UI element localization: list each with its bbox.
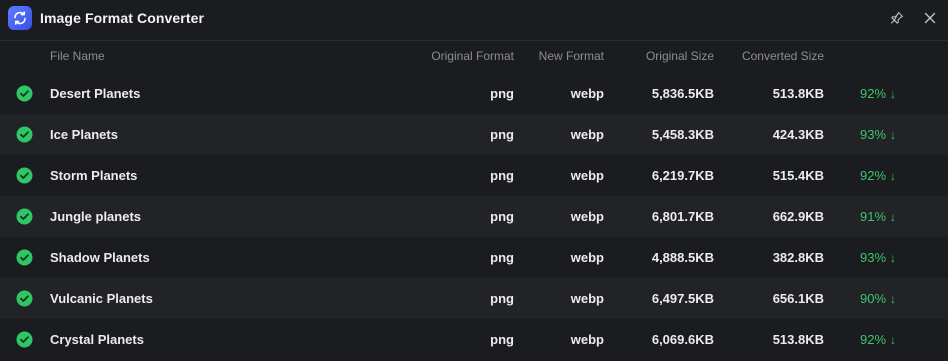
new-format: webp <box>570 332 604 347</box>
file-name: Storm Planets <box>50 168 138 183</box>
header-new-format: New Format <box>538 49 604 63</box>
new-format: webp <box>570 168 604 183</box>
check-circle-icon <box>16 167 33 184</box>
new-format: webp <box>570 209 604 224</box>
converted-size: 662.9KB <box>772 209 824 224</box>
reduction-badge: 93% ↓ <box>860 127 896 142</box>
refresh-convert-icon <box>8 6 32 30</box>
arrow-down-icon: ↓ <box>890 168 897 183</box>
file-name: Vulcanic Planets <box>50 291 153 306</box>
converted-size: 656.1KB <box>772 291 824 306</box>
reduction-badge: 93% ↓ <box>860 250 896 265</box>
original-format: png <box>490 86 514 101</box>
check-circle-icon <box>16 126 33 143</box>
check-circle-icon <box>16 249 33 266</box>
close-button[interactable] <box>920 8 940 28</box>
reduction-percent: 93% <box>860 127 887 142</box>
original-size: 6,069.6KB <box>651 332 714 347</box>
arrow-down-icon: ↓ <box>890 86 897 101</box>
arrow-down-icon: ↓ <box>890 332 897 347</box>
check-circle-icon <box>16 208 33 225</box>
check-circle-icon <box>16 85 33 102</box>
arrow-down-icon: ↓ <box>890 127 897 142</box>
arrow-down-icon: ↓ <box>890 291 897 306</box>
original-size: 5,836.5KB <box>651 86 714 101</box>
original-size: 6,219.7KB <box>651 168 714 183</box>
original-size: 5,458.3KB <box>651 127 714 142</box>
converted-size: 513.8KB <box>772 332 824 347</box>
table-body: Desert Planets png webp 5,836.5KB 513.8K… <box>0 73 948 360</box>
reduction-badge: 92% ↓ <box>860 332 896 347</box>
table-row[interactable]: Shadow Planets png webp 4,888.5KB 382.8K… <box>0 237 948 278</box>
pin-icon <box>890 11 904 24</box>
check-circle-icon <box>16 290 33 307</box>
original-size: 6,497.5KB <box>651 291 714 306</box>
reduction-percent: 92% <box>860 86 887 101</box>
arrow-down-icon: ↓ <box>890 250 897 265</box>
original-format: png <box>490 250 514 265</box>
converted-size: 515.4KB <box>772 168 824 183</box>
original-format: png <box>490 332 514 347</box>
reduction-badge: 92% ↓ <box>860 168 896 183</box>
header-file-name: File Name <box>50 49 105 63</box>
table-row[interactable]: Vulcanic Planets png webp 6,497.5KB 656.… <box>0 278 948 319</box>
file-name: Ice Planets <box>50 127 118 142</box>
header-converted-size: Converted Size <box>741 49 824 63</box>
app-title: Image Format Converter <box>40 10 205 26</box>
reduction-badge: 90% ↓ <box>860 291 896 306</box>
file-name: Desert Planets <box>50 86 141 101</box>
file-name: Crystal Planets <box>50 332 144 347</box>
new-format: webp <box>570 127 604 142</box>
new-format: webp <box>570 86 604 101</box>
new-format: webp <box>570 291 604 306</box>
table-row[interactable]: Crystal Planets png webp 6,069.6KB 513.8… <box>0 319 948 360</box>
original-format: png <box>490 168 514 183</box>
close-icon <box>924 12 936 24</box>
original-format: png <box>490 209 514 224</box>
original-format: png <box>490 291 514 306</box>
converted-size: 424.3KB <box>772 127 824 142</box>
reduction-badge: 92% ↓ <box>860 86 896 101</box>
table-row[interactable]: Storm Planets png webp 6,219.7KB 515.4KB… <box>0 155 948 196</box>
table-row[interactable]: Ice Planets png webp 5,458.3KB 424.3KB 9… <box>0 114 948 155</box>
table-header: File Name Original Format New Format Ori… <box>0 41 948 71</box>
reduction-percent: 90% <box>860 291 887 306</box>
header-original-format: Original Format <box>431 49 514 63</box>
converted-size: 513.8KB <box>772 86 824 101</box>
reduction-percent: 92% <box>860 332 887 347</box>
original-size: 6,801.7KB <box>651 209 714 224</box>
file-name: Shadow Planets <box>50 250 150 265</box>
table-row[interactable]: Jungle planets png webp 6,801.7KB 662.9K… <box>0 196 948 237</box>
title-bar: Image Format Converter <box>0 0 948 37</box>
file-name: Jungle planets <box>50 209 142 224</box>
reduction-badge: 91% ↓ <box>860 209 896 224</box>
original-format: png <box>490 127 514 142</box>
app-window: Image Format Converter File Name Origina… <box>0 0 948 361</box>
original-size: 4,888.5KB <box>651 250 714 265</box>
check-circle-icon <box>16 331 33 348</box>
table-row[interactable]: Desert Planets png webp 5,836.5KB 513.8K… <box>0 73 948 114</box>
arrow-down-icon: ↓ <box>890 209 897 224</box>
pin-button[interactable] <box>887 8 907 28</box>
reduction-percent: 93% <box>860 250 887 265</box>
new-format: webp <box>570 250 604 265</box>
header-original-size: Original Size <box>645 49 714 63</box>
reduction-percent: 92% <box>860 168 887 183</box>
reduction-percent: 91% <box>860 209 887 224</box>
converted-size: 382.8KB <box>772 250 824 265</box>
